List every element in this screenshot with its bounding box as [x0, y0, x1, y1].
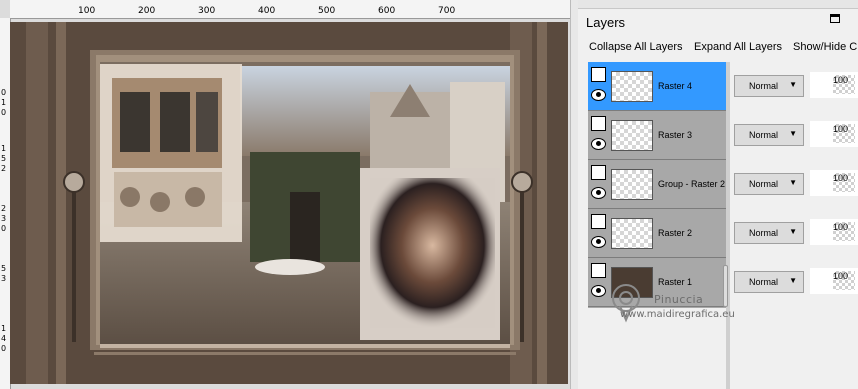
layer-thumbnail: [611, 120, 653, 151]
blend-mode-value: Normal: [749, 228, 779, 238]
ruler-horizontal: 100 200 300 400 500 600 700: [10, 0, 570, 19]
layers-panel: Layers Collapse All Layers Expand All La…: [578, 0, 858, 389]
layers-list[interactable]: Raster 4 Raster 3 Group - Raster 2 Raste…: [588, 62, 726, 308]
ruler-tick-label: 2: [1, 204, 7, 213]
layer-group-icon[interactable]: [591, 214, 606, 229]
layer-group-icon[interactable]: [591, 67, 606, 82]
ruler-tick-label: 400: [258, 6, 276, 16]
dropdown-arrow-icon: ▼: [789, 178, 797, 187]
ruler-tick-label: 1: [1, 324, 7, 333]
opacity-value: 100: [833, 222, 849, 232]
visibility-eye-icon[interactable]: [591, 236, 606, 248]
layer-group-icon[interactable]: [591, 263, 606, 278]
blend-mode-dropdown[interactable]: Normal ▼: [734, 75, 804, 97]
ruler-tick-label: 1: [1, 144, 7, 153]
layer-group-icon[interactable]: [591, 116, 606, 131]
ruler-tick-label: 1: [1, 98, 7, 107]
collage-artwork: [10, 22, 568, 384]
opacity-field[interactable]: 100: [810, 268, 858, 294]
layer-name: Raster 3: [658, 130, 693, 140]
panel-menu-icon[interactable]: [830, 14, 840, 23]
ruler-tick-label: 0: [1, 344, 7, 353]
panel-top-strip: [578, 0, 858, 9]
opacity-value: 100: [833, 173, 849, 183]
layer-thumbnail: [611, 218, 653, 249]
blend-mode-dropdown[interactable]: Normal ▼: [734, 222, 804, 244]
layer-thumbnail: [611, 169, 653, 200]
layer-thumbnail: [611, 71, 653, 102]
ruler-tick-label: 100: [78, 6, 96, 16]
ruler-tick-label: 500: [318, 6, 336, 16]
ruler-tick-label: 0: [1, 224, 7, 233]
canvas-image[interactable]: [10, 22, 568, 384]
layer-name: Raster 2: [658, 228, 693, 238]
visibility-eye-icon[interactable]: [591, 89, 606, 101]
visibility-eye-icon[interactable]: [591, 285, 606, 297]
opacity-value: 100: [833, 124, 849, 134]
canvas-area[interactable]: 100 200 300 400 500 600 700 0 1 0 1 5 2 …: [0, 0, 570, 389]
opacity-field[interactable]: 100: [810, 72, 858, 98]
ruler-tick-label: 600: [378, 6, 396, 16]
ruler-tick-label: 0: [1, 88, 7, 97]
layer-group-icon[interactable]: [591, 165, 606, 180]
layer-row-raster-4[interactable]: Raster 4: [588, 62, 726, 111]
blend-mode-dropdown[interactable]: Normal ▼: [734, 124, 804, 146]
expand-all-layers-button[interactable]: Expand All Layers: [694, 41, 782, 53]
layer-row-raster-2[interactable]: Raster 2: [588, 209, 726, 258]
dropdown-arrow-icon: ▼: [789, 129, 797, 138]
ruler-tick-label: 3: [1, 274, 7, 283]
dropdown-arrow-icon: ▼: [789, 80, 797, 89]
ruler-tick-label: 700: [438, 6, 456, 16]
opacity-field[interactable]: 100: [810, 121, 858, 147]
ruler-tick-label: 200: [138, 6, 156, 16]
ruler-tick-label: 0: [1, 108, 7, 117]
panel-title: Layers: [586, 15, 626, 30]
dropdown-arrow-icon: ▼: [789, 276, 797, 285]
blend-mode-value: Normal: [749, 81, 779, 91]
visibility-eye-icon[interactable]: [591, 187, 606, 199]
ruler-tick-label: 4: [1, 334, 7, 343]
ruler-tick-label: 300: [198, 6, 216, 16]
ruler-tick-label: 2: [1, 164, 7, 173]
layer-name: Group - Raster 2: [658, 179, 726, 189]
layer-row-raster-3[interactable]: Raster 3: [588, 111, 726, 160]
collapse-all-layers-button[interactable]: Collapse All Layers: [589, 41, 683, 53]
layer-name: Raster 4: [658, 81, 693, 91]
blend-mode-dropdown[interactable]: Normal ▼: [734, 173, 804, 195]
opacity-value: 100: [833, 271, 849, 281]
show-hide-button[interactable]: Show/Hide C: [793, 41, 857, 53]
layer-row-group-raster-2[interactable]: Group - Raster 2: [588, 160, 726, 209]
ruler-tick-label: 5: [1, 154, 7, 163]
ruler-tick-label: 5: [1, 264, 7, 273]
watermark-line-2: www.maidiregrafica.eu: [620, 309, 735, 320]
watermark-line-1: Pinuccia: [654, 293, 704, 306]
blend-mode-value: Normal: [749, 130, 779, 140]
ruler-tick-label: 3: [1, 214, 7, 223]
visibility-eye-icon[interactable]: [591, 138, 606, 150]
opacity-field[interactable]: 100: [810, 219, 858, 245]
opacity-value: 100: [833, 75, 849, 85]
watermark: Pinuccia www.maidiregrafica.eu: [606, 282, 786, 342]
dropdown-arrow-icon: ▼: [789, 227, 797, 236]
blend-mode-value: Normal: [749, 179, 779, 189]
opacity-field[interactable]: 100: [810, 170, 858, 196]
